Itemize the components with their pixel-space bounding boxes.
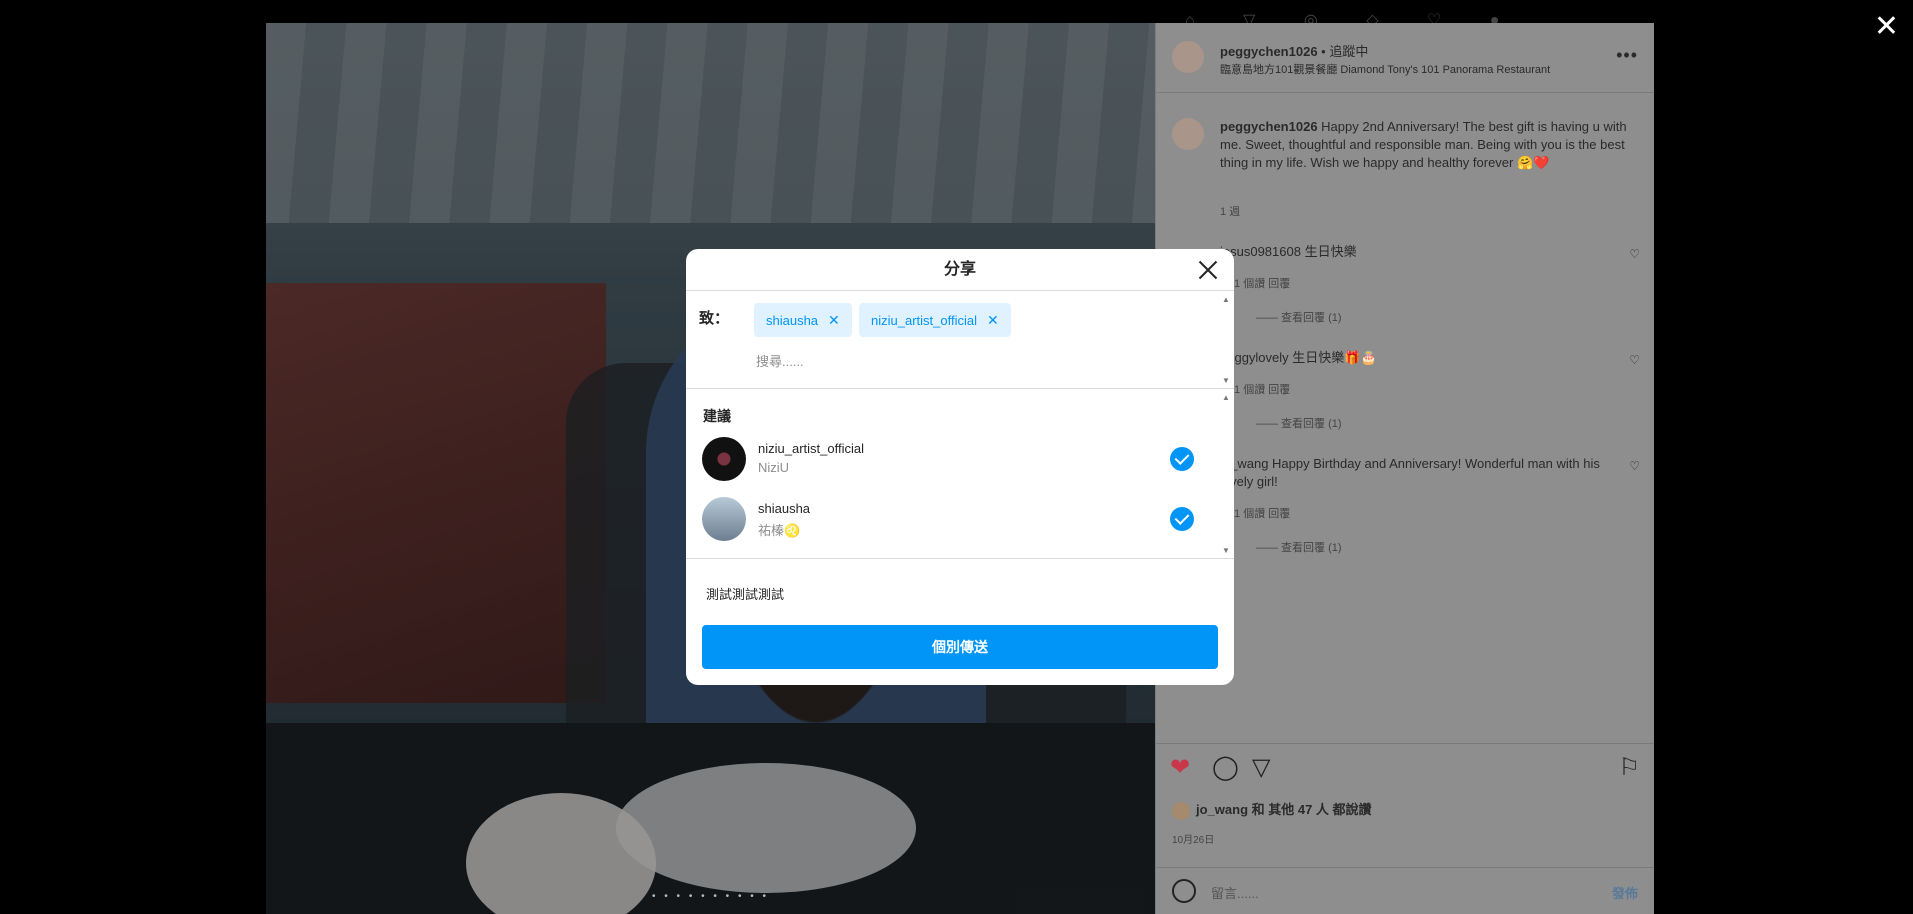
author-line: peggychen1026 • 追蹤中 [1220, 41, 1368, 60]
avatar [702, 437, 746, 481]
scroll-down-icon[interactable]: ▼ [1222, 376, 1230, 385]
suggestion-username: shiausha [758, 501, 811, 516]
message-field[interactable]: 測試測試測試 [706, 584, 784, 603]
recipient-chip-label: shiausha [766, 313, 819, 328]
caption-avatar[interactable] [1172, 118, 1204, 150]
liker-avatar [1172, 801, 1190, 820]
send-separately-button[interactable]: 個別傳送 [702, 625, 1218, 669]
likes-text[interactable]: 和 其他 47 人 都說讚 [1248, 802, 1372, 817]
view-replies[interactable]: —— 查看回覆 (1) [1256, 539, 1342, 555]
recipient-chip[interactable]: niziu_artist_official ✕ [859, 303, 1011, 337]
recipients-row: 致： shiausha ✕ niziu_artist_official ✕ ▲ ▼ [686, 291, 1234, 389]
comment-like-icon[interactable]: ♡ [1629, 247, 1640, 261]
author-avatar[interactable] [1172, 41, 1204, 73]
remove-chip-icon[interactable]: ✕ [828, 312, 840, 328]
share-modal-header: 分享 [686, 249, 1234, 291]
suggestion-username: niziu_artist_official [758, 441, 864, 456]
comment-text: jo_wang Happy Birthday and Anniversary! … [1220, 456, 1600, 489]
heart-filled-icon[interactable]: ❤ [1170, 756, 1190, 780]
share-modal: 分享 致： shiausha ✕ niziu_artist_official ✕ ▲… [686, 249, 1234, 685]
suggestion-name: 祐榛♌ [758, 523, 801, 538]
recipient-chip-label: niziu_artist_official [871, 313, 977, 328]
view-replies[interactable]: —— 查看回覆 (1) [1256, 309, 1342, 325]
post-header: peggychen1026 • 追蹤中 臨意島地方101觀景餐廳 Diamond… [1156, 23, 1654, 93]
close-icon[interactable]: ✕ [1874, 12, 1899, 42]
view-replies[interactable]: —— 查看回覆 (1) [1256, 415, 1342, 431]
post-location[interactable]: 臨意島地方101觀景餐廳 Diamond Tony's 101 Panorama… [1220, 61, 1550, 77]
likes-summary[interactable]: jo_wang 和 其他 47 人 都說讚 [1172, 799, 1372, 820]
share-modal-title: 分享 [943, 261, 976, 278]
scroll-up-icon[interactable]: ▲ [1222, 295, 1230, 304]
bookmark-icon[interactable]: ⚐ [1618, 756, 1640, 780]
comment-like-icon[interactable]: ♡ [1629, 459, 1640, 473]
post-caption: peggychen1026 Happy 2nd Anniversary! The… [1220, 118, 1640, 172]
comment-icon[interactable]: ◯ [1212, 756, 1239, 780]
scroll-down-icon[interactable]: ▼ [1222, 546, 1230, 555]
suggestions-scrollbar[interactable]: ▲ ▼ [1222, 389, 1232, 559]
suggestion-item[interactable]: niziu_artist_official NiziU [686, 429, 1220, 489]
comment-text: peggylovely 生日快樂🎁🎂 [1220, 350, 1377, 365]
comment-like-icon[interactable]: ♡ [1629, 353, 1640, 367]
more-horizontal-icon[interactable]: ••• [1616, 45, 1638, 66]
to-label: 致： [699, 310, 730, 327]
likes-user[interactable]: jo_wang [1196, 802, 1248, 817]
caption-time: 1 週 [1220, 206, 1241, 218]
scroll-up-icon[interactable]: ▲ [1222, 393, 1230, 402]
suggestion-item[interactable]: shiausha 祐榛♌ [686, 489, 1220, 549]
suggestion-name: NiziU [758, 460, 790, 475]
remove-chip-icon[interactable]: ✕ [987, 312, 999, 328]
comment-input[interactable]: 留言...... [1211, 883, 1259, 902]
avatar [702, 497, 746, 541]
comment-text: jesus0981608 生日快樂 [1220, 244, 1357, 259]
recipient-chip[interactable]: shiausha ✕ [754, 303, 852, 337]
recipient-search-input[interactable] [756, 349, 1176, 373]
checkmark-icon[interactable] [1170, 507, 1194, 531]
suggestions-title: 建議 [703, 408, 731, 424]
comment-box: 留言...... 發佈 [1156, 867, 1654, 914]
carousel-dots[interactable]: • • • • • • • • • • [266, 891, 1155, 902]
recipients-scrollbar[interactable]: ▲ ▼ [1222, 291, 1232, 389]
post-comment-button[interactable]: 發佈 [1612, 883, 1638, 902]
post-date: 10月26日 [1172, 835, 1215, 846]
post-actions: ❤ ◯ ▽ ⚐ [1156, 743, 1654, 793]
suggestions-section: 建議 niziu_artist_official NiziU shiausha … [686, 389, 1234, 559]
emoji-icon[interactable] [1172, 879, 1196, 903]
caption-username[interactable]: peggychen1026 [1220, 119, 1318, 134]
share-icon[interactable]: ▽ [1252, 756, 1270, 780]
checkmark-icon[interactable] [1170, 447, 1194, 471]
follow-status[interactable]: • 追蹤中 [1321, 44, 1368, 59]
author-username[interactable]: peggychen1026 [1220, 44, 1318, 59]
close-icon[interactable] [1196, 258, 1220, 282]
